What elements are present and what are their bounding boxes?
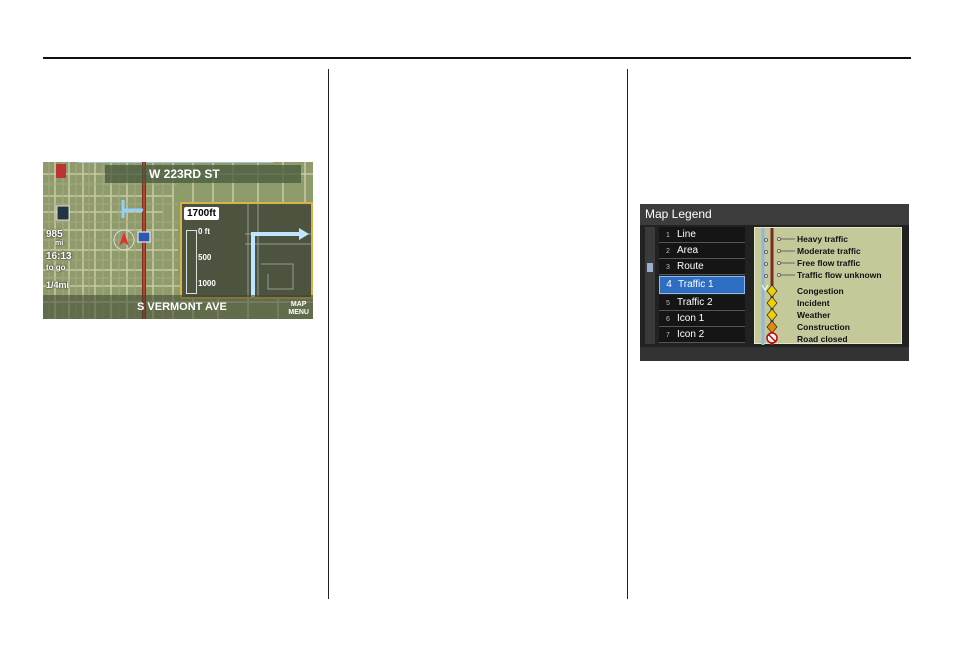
menu-item-label: Traffic 2 — [677, 297, 713, 308]
map-menu-label: MENU — [288, 309, 309, 316]
menu-item-number: 3 — [666, 264, 670, 271]
time-remaining: 16:13 — [46, 251, 72, 262]
menu-item-number: 4 — [666, 279, 672, 290]
time-label: to go — [46, 263, 66, 272]
legend-construction: Construction — [797, 322, 850, 332]
current-street-banner: W 223RD ST — [105, 165, 301, 183]
menu-item-line[interactable]: 1 Line — [659, 227, 745, 243]
map-menu-button[interactable]: MAP MENU — [288, 301, 309, 317]
legend-free-flow-traffic: Free flow traffic — [797, 258, 861, 268]
legend-scrollbar[interactable] — [645, 227, 655, 344]
header-rule — [43, 57, 911, 59]
cross-street-banner: S VERMONT AVE MAP MENU — [43, 295, 313, 319]
menu-item-label: Traffic 1 — [678, 279, 714, 290]
guide-tick-1000: 1000 — [198, 279, 216, 288]
menu-item-label: Icon 2 — [677, 329, 705, 340]
legend-heavy-traffic: Heavy traffic — [797, 234, 849, 244]
legend-footer-bar — [640, 347, 909, 361]
turn-arrow-diagram — [245, 204, 311, 297]
legend-congestion: Congestion — [797, 286, 844, 296]
column-divider — [328, 69, 329, 599]
menu-item-number: 7 — [666, 332, 670, 339]
turn-guidance-panel: 1700ft 0 ft 500 1000 — [180, 202, 313, 299]
menu-item-traffic-2[interactable]: 5 Traffic 2 — [659, 295, 745, 311]
menu-item-number: 1 — [666, 232, 670, 239]
map-scale[interactable]: 1/4mi — [46, 280, 69, 290]
menu-item-route[interactable]: 3 Route — [659, 259, 745, 275]
next-turn-distance: 1700ft — [184, 207, 219, 220]
menu-item-icon-1[interactable]: 6 Icon 1 — [659, 311, 745, 327]
legend-detail-panel: Heavy traffic Moderate traffic Free flow… — [754, 227, 902, 345]
distance-value: 985 — [46, 229, 63, 240]
legend-moderate-traffic: Moderate traffic — [797, 246, 861, 256]
legend-incident: Incident — [797, 298, 830, 308]
legend-menu: 1 Line 2 Area 3 Route 4 Traffic 1 5 Traffic 2… — [659, 227, 745, 344]
distance-bar — [186, 230, 197, 294]
scroll-thumb[interactable] — [647, 263, 653, 272]
guide-tick-0: 0 ft — [198, 227, 210, 236]
navigation-map-screenshot: W 223RD ST 985 mi 16:13 to go 1/4mi 1700… — [43, 162, 313, 319]
current-street-name: W 223RD ST — [149, 167, 220, 181]
menu-item-label: Line — [677, 229, 696, 240]
menu-item-traffic-1[interactable]: 4 Traffic 1 — [659, 276, 745, 294]
menu-item-label: Route — [677, 261, 704, 272]
menu-item-number: 2 — [666, 248, 670, 255]
menu-item-number: 5 — [666, 300, 670, 307]
legend-weather: Weather — [797, 310, 831, 320]
legend-road-closed: Road closed — [797, 334, 848, 344]
map-menu-label: MAP — [290, 301, 307, 308]
column-divider — [627, 69, 628, 599]
map-legend-screenshot: Map Legend 1 Line 2 Area 3 Route 4 Traffic 1… — [640, 204, 909, 361]
menu-item-icon-2[interactable]: 7 Icon 2 — [659, 327, 745, 343]
cross-street-name: S VERMONT AVE — [137, 301, 227, 313]
guide-tick-500: 500 — [198, 253, 212, 262]
distance-remaining: 985 — [46, 229, 63, 240]
menu-item-area[interactable]: 2 Area — [659, 243, 745, 259]
menu-item-label: Icon 1 — [677, 313, 705, 324]
menu-item-label: Area — [677, 245, 699, 256]
menu-item-number: 6 — [666, 316, 670, 323]
legend-traffic-flow-unknown: Traffic flow unknown — [797, 270, 882, 280]
distance-unit: mi — [55, 240, 64, 247]
legend-title: Map Legend — [640, 204, 909, 225]
